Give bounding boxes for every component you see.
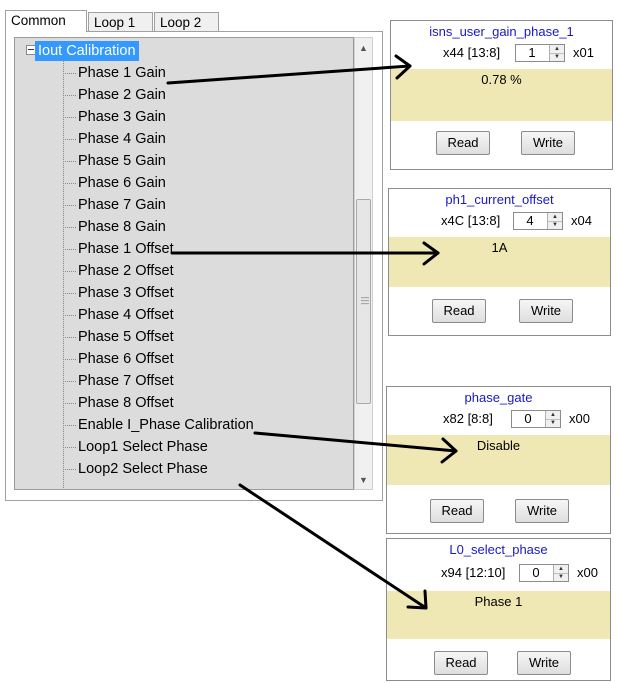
- tree-item-phase-2-offset[interactable]: Phase 2 Offset: [63, 260, 174, 282]
- decoded-value-box: Disable: [387, 435, 610, 485]
- tree-item-phase-6-gain[interactable]: Phase 6 Gain: [63, 172, 166, 194]
- scrollbar-thumb[interactable]: — — —: [356, 199, 371, 404]
- register-address: x82 [8:8]: [443, 411, 493, 426]
- tree-item-phase-8-offset[interactable]: Phase 8 Offset: [63, 392, 174, 414]
- spinner-value[interactable]: 0: [512, 411, 544, 427]
- tree-root-iout-calibration[interactable]: Iout Calibration: [35, 41, 139, 61]
- tree-item-label: Phase 8 Gain: [78, 219, 166, 235]
- register-name: phase_gate: [464, 390, 533, 405]
- tab-loop-1[interactable]: Loop 1: [88, 12, 153, 31]
- register-name: L0_select_phase: [449, 542, 548, 557]
- decoded-value: Disable: [476, 438, 521, 453]
- grip-icon: — — —: [361, 293, 369, 308]
- register-panel-l0-select-phase: L0_select_phase x94 [12:10] 0 ▲ ▼ x00 Pha…: [386, 538, 611, 681]
- write-button[interactable]: Write: [517, 651, 571, 675]
- decoded-value: 1A: [491, 240, 508, 255]
- tree-item-label: Phase 6 Gain: [78, 175, 166, 191]
- tree-item-phase-4-offset[interactable]: Phase 4 Offset: [63, 304, 174, 326]
- value-spinner[interactable]: 1 ▲ ▼: [515, 44, 565, 62]
- tree-item-phase-5-offset[interactable]: Phase 5 Offset: [63, 326, 174, 348]
- tab-common[interactable]: Common: [5, 10, 87, 32]
- tree-item-phase-1-offset[interactable]: Phase 1 Offset: [63, 238, 174, 260]
- tree-item-label: Phase 5 Gain: [78, 153, 166, 169]
- read-button[interactable]: Read: [432, 299, 486, 323]
- tree-item-label: Phase 7 Gain: [78, 197, 166, 213]
- register-name: ph1_current_offset: [445, 192, 554, 207]
- register-address: x44 [13:8]: [443, 45, 501, 60]
- tree-item-label: Phase 2 Offset: [78, 263, 174, 279]
- hex-value: x01: [573, 45, 594, 60]
- decoded-value-box: Phase 1: [387, 591, 610, 639]
- tree-item-label: Phase 1 Gain: [78, 65, 166, 81]
- tree-item-phase-7-offset[interactable]: Phase 7 Offset: [63, 370, 174, 392]
- tree-item-label: Phase 3 Gain: [78, 109, 166, 125]
- tree-item-label: Loop2 Select Phase: [78, 461, 208, 477]
- tree-item-label: Phase 1 Offset: [78, 241, 174, 257]
- tree-item-label: Phase 7 Offset: [78, 373, 174, 389]
- spinner-value[interactable]: 4: [514, 213, 546, 229]
- read-button[interactable]: Read: [434, 651, 488, 675]
- value-spinner[interactable]: 4 ▲ ▼: [513, 212, 563, 230]
- write-button[interactable]: Write: [521, 131, 575, 155]
- tree-item-phase-2-gain[interactable]: Phase 2 Gain: [63, 84, 166, 106]
- tree-item-label: Enable I_Phase Calibration: [78, 417, 254, 433]
- tree-item-phase-5-gain[interactable]: Phase 5 Gain: [63, 150, 166, 172]
- spin-down-icon[interactable]: ▼: [546, 419, 560, 427]
- tree-item-label: Loop1 Select Phase: [78, 439, 208, 455]
- tree-item-label: Phase 6 Offset: [78, 351, 174, 367]
- spin-down-icon[interactable]: ▼: [554, 573, 568, 581]
- tree-item-phase-7-gain[interactable]: Phase 7 Gain: [63, 194, 166, 216]
- tree-item-label: Phase 5 Offset: [78, 329, 174, 345]
- write-button[interactable]: Write: [515, 499, 569, 523]
- tree-item-phase-8-gain[interactable]: Phase 8 Gain: [63, 216, 166, 238]
- value-spinner[interactable]: 0 ▲ ▼: [519, 564, 569, 582]
- scroll-down-icon[interactable]: ▼: [355, 472, 372, 489]
- decoded-value: Phase 1: [474, 594, 523, 609]
- register-panel-ph1-current-offset: ph1_current_offset x4C [13:8] 4 ▲ ▼ x04 1…: [388, 188, 611, 336]
- spinner-value[interactable]: 1: [516, 45, 548, 61]
- tree-item-phase-4-gain[interactable]: Phase 4 Gain: [63, 128, 166, 150]
- tree-item-enable-i-phase-calibration[interactable]: Enable I_Phase Calibration: [63, 414, 254, 436]
- decoded-value: 0.78 %: [481, 72, 522, 87]
- register-tree[interactable]: Iout Calibration Phase 1 Gain Phase 2 Ga…: [14, 37, 354, 490]
- write-button[interactable]: Write: [519, 299, 573, 323]
- tree-item-phase-6-offset[interactable]: Phase 6 Offset: [63, 348, 174, 370]
- tree-item-phase-1-gain[interactable]: Phase 1 Gain: [63, 62, 166, 84]
- tree-item-loop1-select-phase[interactable]: Loop1 Select Phase: [63, 436, 208, 458]
- tree-item-phase-3-gain[interactable]: Phase 3 Gain: [63, 106, 166, 128]
- register-panel-phase-gate: phase_gate x82 [8:8] 0 ▲ ▼ x00 Disable Re…: [386, 386, 611, 534]
- spinner-value[interactable]: 0: [520, 565, 552, 581]
- hex-value: x00: [569, 411, 590, 426]
- register-name: isns_user_gain_phase_1: [429, 24, 574, 39]
- tree-item-label: Phase 2 Gain: [78, 87, 166, 103]
- read-button[interactable]: Read: [430, 499, 484, 523]
- value-spinner[interactable]: 0 ▲ ▼: [511, 410, 561, 428]
- tree-item-label: Phase 8 Offset: [78, 395, 174, 411]
- tree-item-label: Phase 3 Offset: [78, 285, 174, 301]
- tree-item-label: Phase 4 Gain: [78, 131, 166, 147]
- hex-value: x00: [577, 565, 598, 580]
- scroll-up-icon[interactable]: ▲: [355, 40, 372, 57]
- decoded-value-box: 0.78 %: [391, 69, 612, 121]
- tab-loop-2[interactable]: Loop 2: [154, 12, 219, 31]
- read-button[interactable]: Read: [436, 131, 490, 155]
- tree-scrollbar[interactable]: ▲ — — — ▼: [354, 37, 373, 490]
- tree-item-loop2-select-phase[interactable]: Loop2 Select Phase: [63, 458, 208, 480]
- tree-item-phase-3-offset[interactable]: Phase 3 Offset: [63, 282, 174, 304]
- spin-down-icon[interactable]: ▼: [550, 53, 564, 61]
- register-address: x94 [12:10]: [441, 565, 506, 580]
- spin-down-icon[interactable]: ▼: [548, 221, 562, 229]
- register-panel-isns-user-gain-phase-1: isns_user_gain_phase_1 x44 [13:8] 1 ▲ ▼ x…: [390, 20, 613, 170]
- hex-value: x04: [571, 213, 592, 228]
- decoded-value-box: 1A: [389, 237, 610, 287]
- register-address: x4C [13:8]: [441, 213, 501, 228]
- tree-item-label: Phase 4 Offset: [78, 307, 174, 323]
